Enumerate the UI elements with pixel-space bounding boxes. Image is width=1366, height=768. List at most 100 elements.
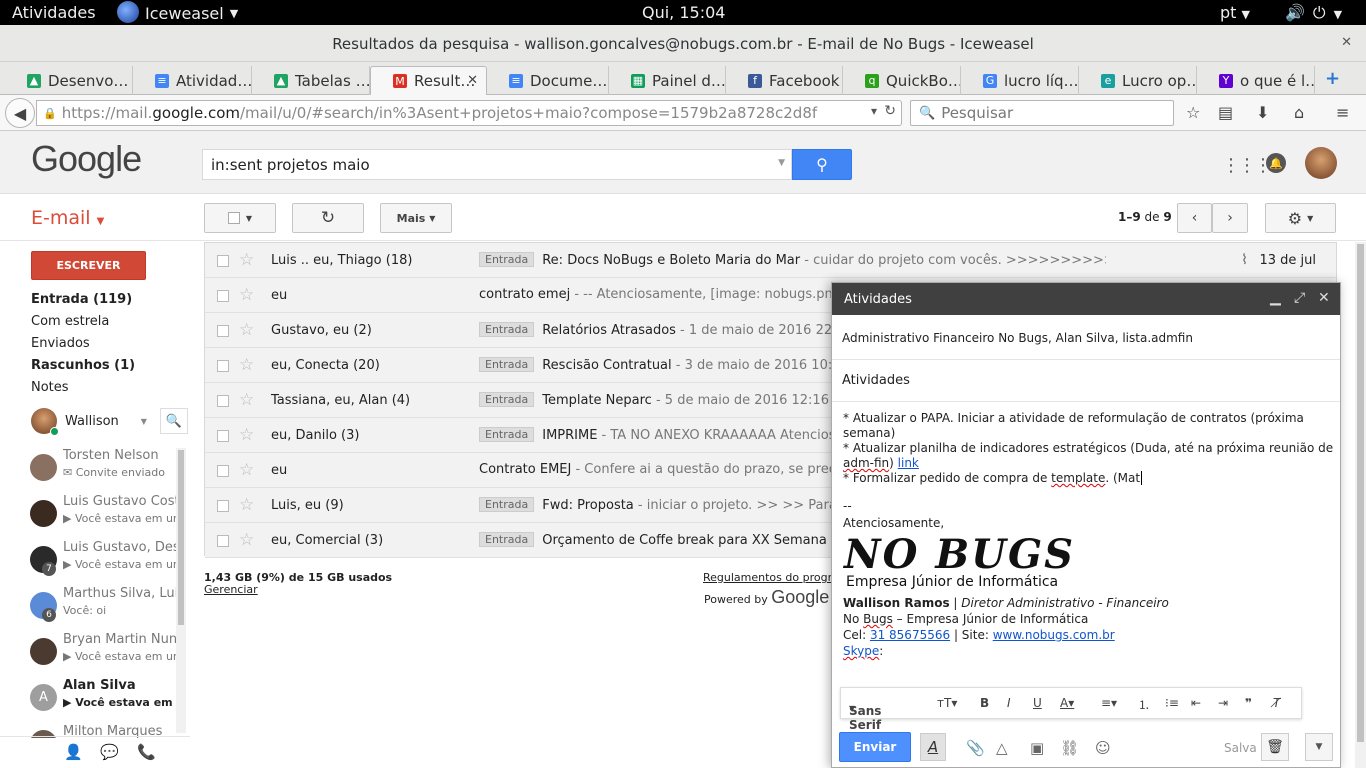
drive-icon[interactable]: △: [996, 739, 1008, 757]
inbox-label[interactable]: Entrada: [479, 322, 535, 337]
more-button[interactable]: Mais ▼: [380, 203, 452, 233]
sig-site-link[interactable]: www.nobugs.com.br: [993, 628, 1115, 642]
text-color-icon[interactable]: A▾: [1060, 696, 1074, 710]
numbered-list-icon[interactable]: ⒈: [1138, 696, 1150, 713]
sig-phone-link[interactable]: 31 85675566: [870, 628, 950, 642]
star-icon[interactable]: ☆: [239, 285, 254, 305]
italic-icon[interactable]: I: [1007, 696, 1011, 710]
inbox-label[interactable]: Entrada: [479, 497, 535, 512]
row-checkbox[interactable]: [217, 255, 229, 267]
download-icon[interactable]: ⬇: [1256, 103, 1269, 122]
row-checkbox[interactable]: [217, 535, 229, 547]
window-close-icon[interactable]: ✕: [1341, 35, 1352, 50]
insert-link-icon[interactable]: ⛓: [1060, 739, 1079, 757]
inbox-label[interactable]: Entrada: [479, 252, 535, 267]
row-checkbox[interactable]: [217, 430, 229, 442]
bold-icon[interactable]: B: [980, 696, 989, 710]
inbox-label[interactable]: Entrada: [479, 392, 535, 407]
expand-icon[interactable]: ⤢: [1294, 290, 1305, 306]
tab-close-icon[interactable]: ✕: [467, 73, 478, 88]
main-scrollbar[interactable]: [1355, 242, 1366, 768]
indent-less-icon[interactable]: ⇤: [1191, 696, 1201, 710]
recipients-field[interactable]: Administrativo Financeiro No Bugs, Alan …: [842, 331, 1193, 345]
nav-item[interactable]: Com estrela: [31, 314, 109, 329]
browser-tab[interactable]: Yo que é l…: [1197, 66, 1315, 95]
browser-tab[interactable]: e Lucro op…: [1079, 66, 1197, 95]
bulleted-list-icon[interactable]: ⁝≡: [1165, 696, 1179, 710]
indent-more-icon[interactable]: ⇥: [1218, 696, 1228, 710]
message-body[interactable]: * Atualizar o PAPA. Iniciar a atividade …: [843, 411, 1333, 531]
url-bar[interactable]: 🔒 https://mail. google.com/mail/u/0/#sear…: [36, 100, 902, 126]
url-dropdown-icon[interactable]: ▾: [871, 104, 877, 118]
newer-button[interactable]: ‹: [1177, 203, 1212, 233]
browser-tab[interactable]: ▲ Tabelas …: [252, 66, 370, 95]
person-icon[interactable]: 👤: [64, 743, 83, 761]
star-icon[interactable]: ☆: [239, 355, 254, 375]
contact-item[interactable]: 6 Marthus Silva, Luis Você: oi: [30, 586, 176, 632]
inbox-label[interactable]: Entrada: [479, 357, 535, 372]
reading-list-icon[interactable]: ▤: [1218, 103, 1233, 122]
font-size-icon[interactable]: тT▾: [937, 696, 957, 710]
row-checkbox[interactable]: [217, 395, 229, 407]
table-row[interactable]: ☆ Luis .. eu, Thiago (18) Entrada Re: Docs …: [205, 243, 1336, 278]
underline-icon[interactable]: U: [1033, 696, 1042, 710]
star-icon[interactable]: ☆: [239, 320, 254, 340]
contact-item[interactable]: Bryan Martin Nunes ▶ Você estava em uma: [30, 632, 176, 678]
browser-search-box[interactable]: 🔍 Pesquisar: [910, 100, 1174, 126]
scrollbar-thumb[interactable]: [178, 450, 184, 625]
emoji-icon[interactable]: ☺: [1095, 739, 1111, 757]
align-icon[interactable]: ≡▾: [1101, 696, 1117, 710]
clock[interactable]: Qui, 15:04: [642, 3, 725, 22]
back-button[interactable]: ◀: [5, 98, 35, 128]
inbox-label[interactable]: Entrada: [479, 427, 535, 442]
reload-icon[interactable]: ↻: [884, 103, 896, 119]
star-icon[interactable]: ☆: [239, 495, 254, 515]
mail-switcher[interactable]: E-mail ▼: [31, 207, 104, 229]
subject-field[interactable]: Atividades: [842, 373, 910, 388]
more-options-button[interactable]: ▼: [1305, 733, 1333, 761]
nav-item[interactable]: Enviados: [31, 336, 90, 351]
browser-tab[interactable]: ▲ Desenvo…: [5, 66, 133, 95]
language-menu[interactable]: pt ▼: [1220, 3, 1250, 22]
hangouts-icon[interactable]: 💬: [100, 743, 119, 761]
insert-photo-icon[interactable]: ▣: [1030, 739, 1044, 757]
browser-tab[interactable]: ≡ Docume…: [487, 66, 609, 95]
browser-tab[interactable]: q QuickBo…: [843, 66, 961, 95]
hangouts-search-button[interactable]: 🔍: [160, 408, 188, 434]
bookmark-star-icon[interactable]: ☆: [1186, 103, 1200, 122]
contact-item[interactable]: Luis Gustavo Costa ▶ Você estava em uma: [30, 494, 176, 540]
inbox-label[interactable]: Entrada: [479, 532, 535, 547]
refresh-button[interactable]: ↻: [292, 203, 364, 233]
star-icon[interactable]: ☆: [239, 530, 254, 550]
mail-search-input[interactable]: in:sent projetos maio ▼: [202, 149, 792, 180]
google-logo[interactable]: Google: [31, 138, 142, 180]
body-link[interactable]: link: [898, 456, 919, 470]
row-checkbox[interactable]: [217, 465, 229, 477]
system-menu[interactable]: 🔊⏻▼: [1285, 3, 1350, 23]
notifications-bell-icon[interactable]: 🔔: [1266, 153, 1286, 173]
scrollbar-thumb[interactable]: [1357, 244, 1364, 742]
row-checkbox[interactable]: [217, 360, 229, 372]
hamburger-menu-icon[interactable]: ≡: [1336, 103, 1349, 122]
browser-tab[interactable]: f Facebook: [726, 66, 843, 95]
apps-grid-icon[interactable]: ⋮⋮⋮: [1222, 155, 1272, 176]
quote-icon[interactable]: ❞: [1245, 696, 1252, 710]
contact-item[interactable]: 7 Luis Gustavo, Desc ▶ Você estava em uma: [30, 540, 176, 586]
send-button[interactable]: Enviar: [839, 732, 911, 762]
app-menu[interactable]: Iceweasel ▼: [117, 1, 238, 23]
row-checkbox[interactable]: [217, 500, 229, 512]
formatting-toggle-icon[interactable]: A: [920, 733, 946, 761]
activities-button[interactable]: Atividades: [12, 3, 96, 22]
discard-button[interactable]: 🗑: [1261, 733, 1289, 761]
compose-header[interactable]: Atividades ▁ ⤢ ✕: [832, 283, 1340, 315]
nav-item[interactable]: Rascunhos (1): [31, 358, 135, 373]
star-icon[interactable]: ☆: [239, 460, 254, 480]
contacts-scrollbar[interactable]: [176, 448, 186, 733]
contact-item[interactable]: Torsten Nelson ✉ Convite enviado: [30, 448, 176, 494]
close-icon[interactable]: ✕: [1318, 290, 1330, 306]
mail-search-button[interactable]: ⚲: [792, 149, 852, 180]
contact-item[interactable]: A Alan Silva ▶ Você estava em uma: [30, 678, 176, 724]
row-checkbox[interactable]: [217, 290, 229, 302]
browser-tab[interactable]: Glucro líq…: [961, 66, 1079, 95]
terms-link[interactable]: Regulamentos do programa: [703, 571, 831, 584]
